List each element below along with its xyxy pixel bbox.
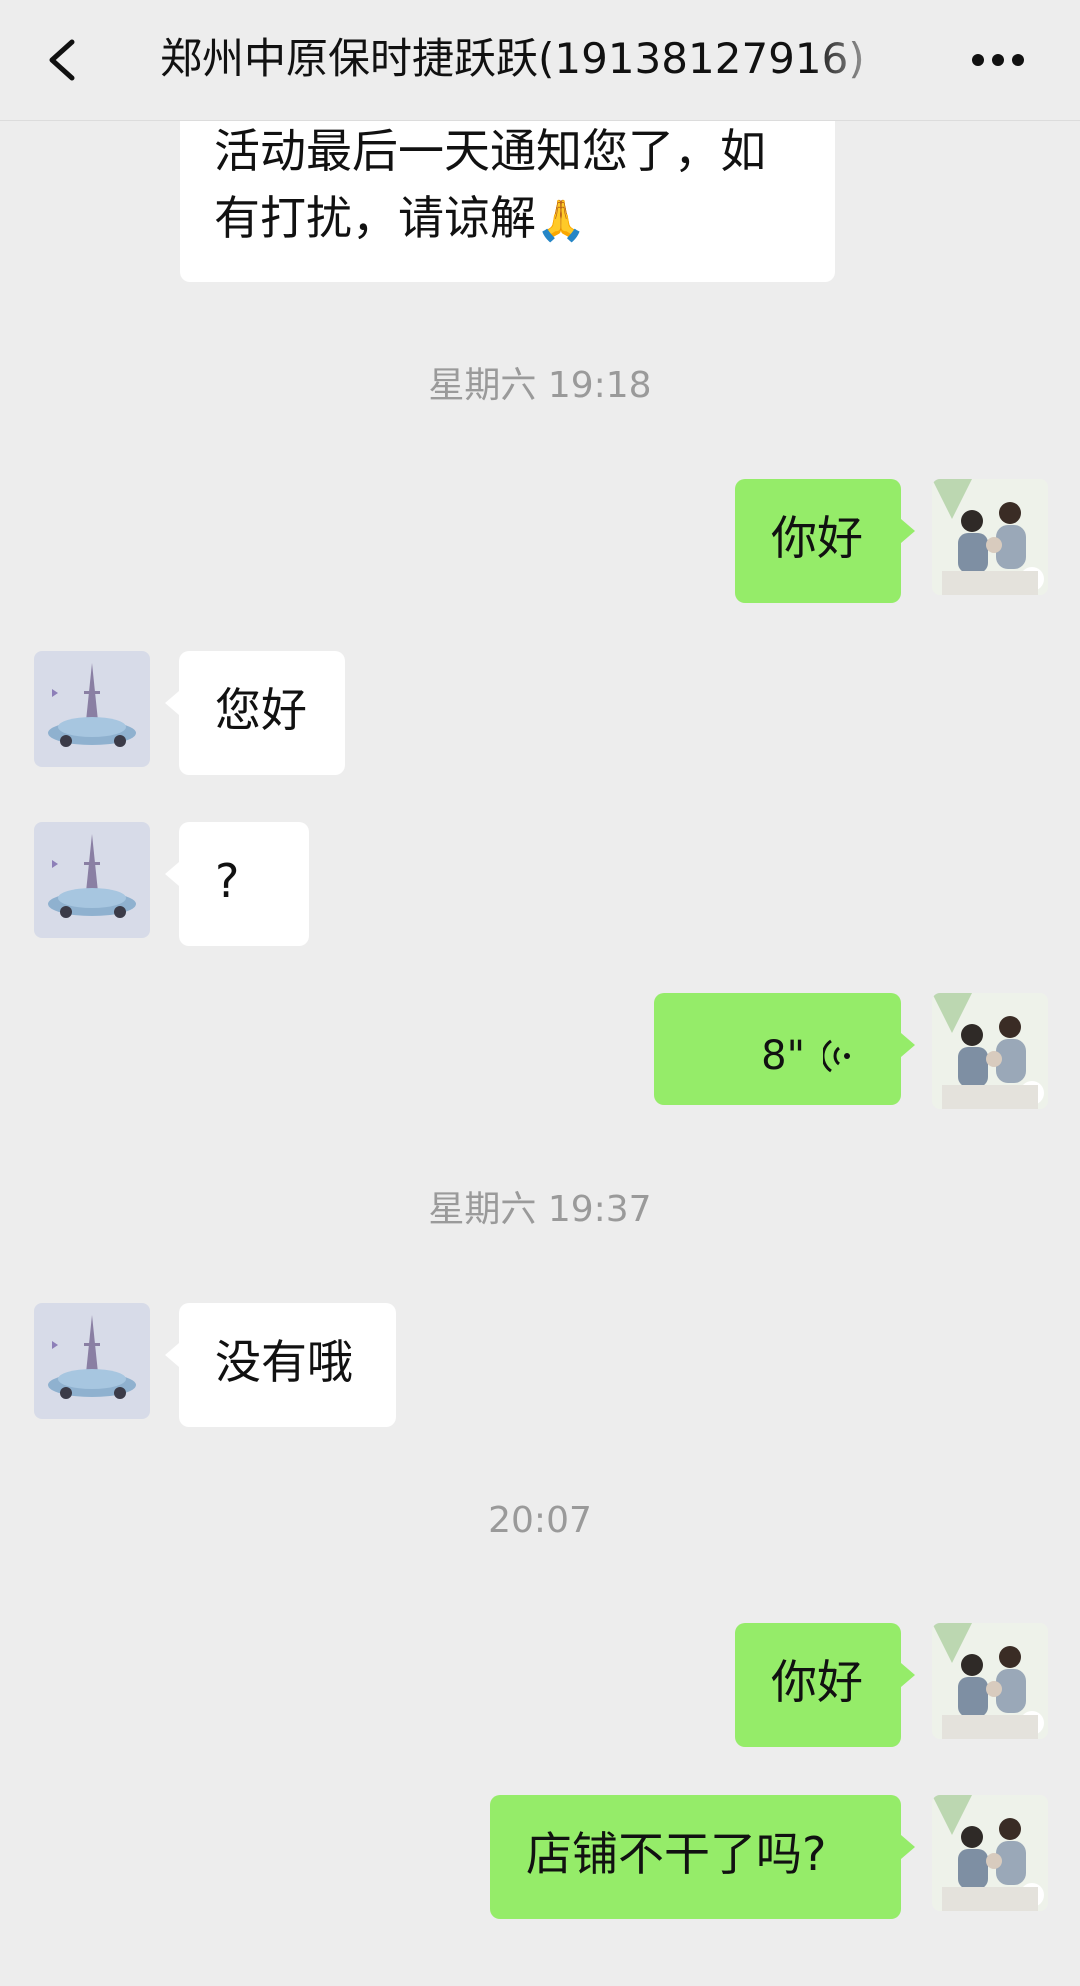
- more-button[interactable]: [965, 40, 1031, 80]
- timestamp: 20:07: [488, 1500, 592, 1541]
- message-text: 你好: [771, 511, 863, 565]
- avatar-contact[interactable]: [34, 822, 150, 938]
- family-photo-icon: [932, 993, 1048, 1109]
- message-bubble-outgoing[interactable]: 店铺不干了吗?: [490, 1795, 915, 1919]
- chat-title: 郑州中原保时捷跃跃(19138127916): [160, 34, 865, 83]
- message-text-line: 活动最后一天通知您了，如: [214, 124, 766, 178]
- chevron-left-icon: [49, 39, 75, 81]
- voice-duration: 8": [761, 1033, 805, 1079]
- pray-emoji-icon: 🙏: [536, 197, 586, 244]
- timestamp: 星期六 19:37: [428, 1189, 652, 1230]
- timestamp: 星期六 19:18: [428, 365, 652, 406]
- message-text: ?: [215, 854, 240, 908]
- message-bubble-outgoing[interactable]: 你好: [735, 479, 915, 603]
- avatar-contact[interactable]: [34, 1303, 150, 1419]
- message-bubble-incoming[interactable]: ?: [165, 822, 309, 946]
- message-bubble-outgoing[interactable]: 你好: [735, 1623, 915, 1747]
- voice-wave-icon: [823, 1039, 850, 1073]
- porsche-eiffel-avatar-icon: [34, 651, 150, 767]
- porsche-eiffel-avatar-icon: [34, 822, 150, 938]
- avatar-contact[interactable]: [34, 651, 150, 767]
- message-text: 没有哦: [215, 1335, 353, 1389]
- message-text: 您好: [215, 683, 307, 737]
- family-photo-icon: [932, 1623, 1048, 1739]
- message-text: 店铺不干了吗?: [526, 1827, 827, 1881]
- avatar-self[interactable]: [932, 1795, 1048, 1911]
- avatar-self[interactable]: [932, 479, 1048, 595]
- back-button[interactable]: [40, 30, 90, 90]
- message-text: 你好: [771, 1655, 863, 1709]
- chat-header: 郑州中原保时捷跃跃(19138127916): [0, 0, 1080, 121]
- message-text-line: 有打扰，请谅解🙏: [214, 190, 586, 245]
- family-photo-icon: [932, 1795, 1048, 1911]
- family-photo-icon: [932, 479, 1048, 595]
- voice-message-bubble[interactable]: 8": [654, 993, 915, 1105]
- message-bubble-incoming[interactable]: 没有哦: [165, 1303, 396, 1427]
- porsche-eiffel-avatar-icon: [34, 1303, 150, 1419]
- message-bubble-incoming[interactable]: 活动最后一天通知您了，如 有打扰，请谅解🙏: [180, 100, 835, 282]
- more-dots-icon: [972, 54, 1024, 66]
- avatar-self[interactable]: [932, 993, 1048, 1109]
- avatar-self[interactable]: [932, 1623, 1048, 1739]
- message-bubble-incoming[interactable]: 您好: [165, 651, 345, 775]
